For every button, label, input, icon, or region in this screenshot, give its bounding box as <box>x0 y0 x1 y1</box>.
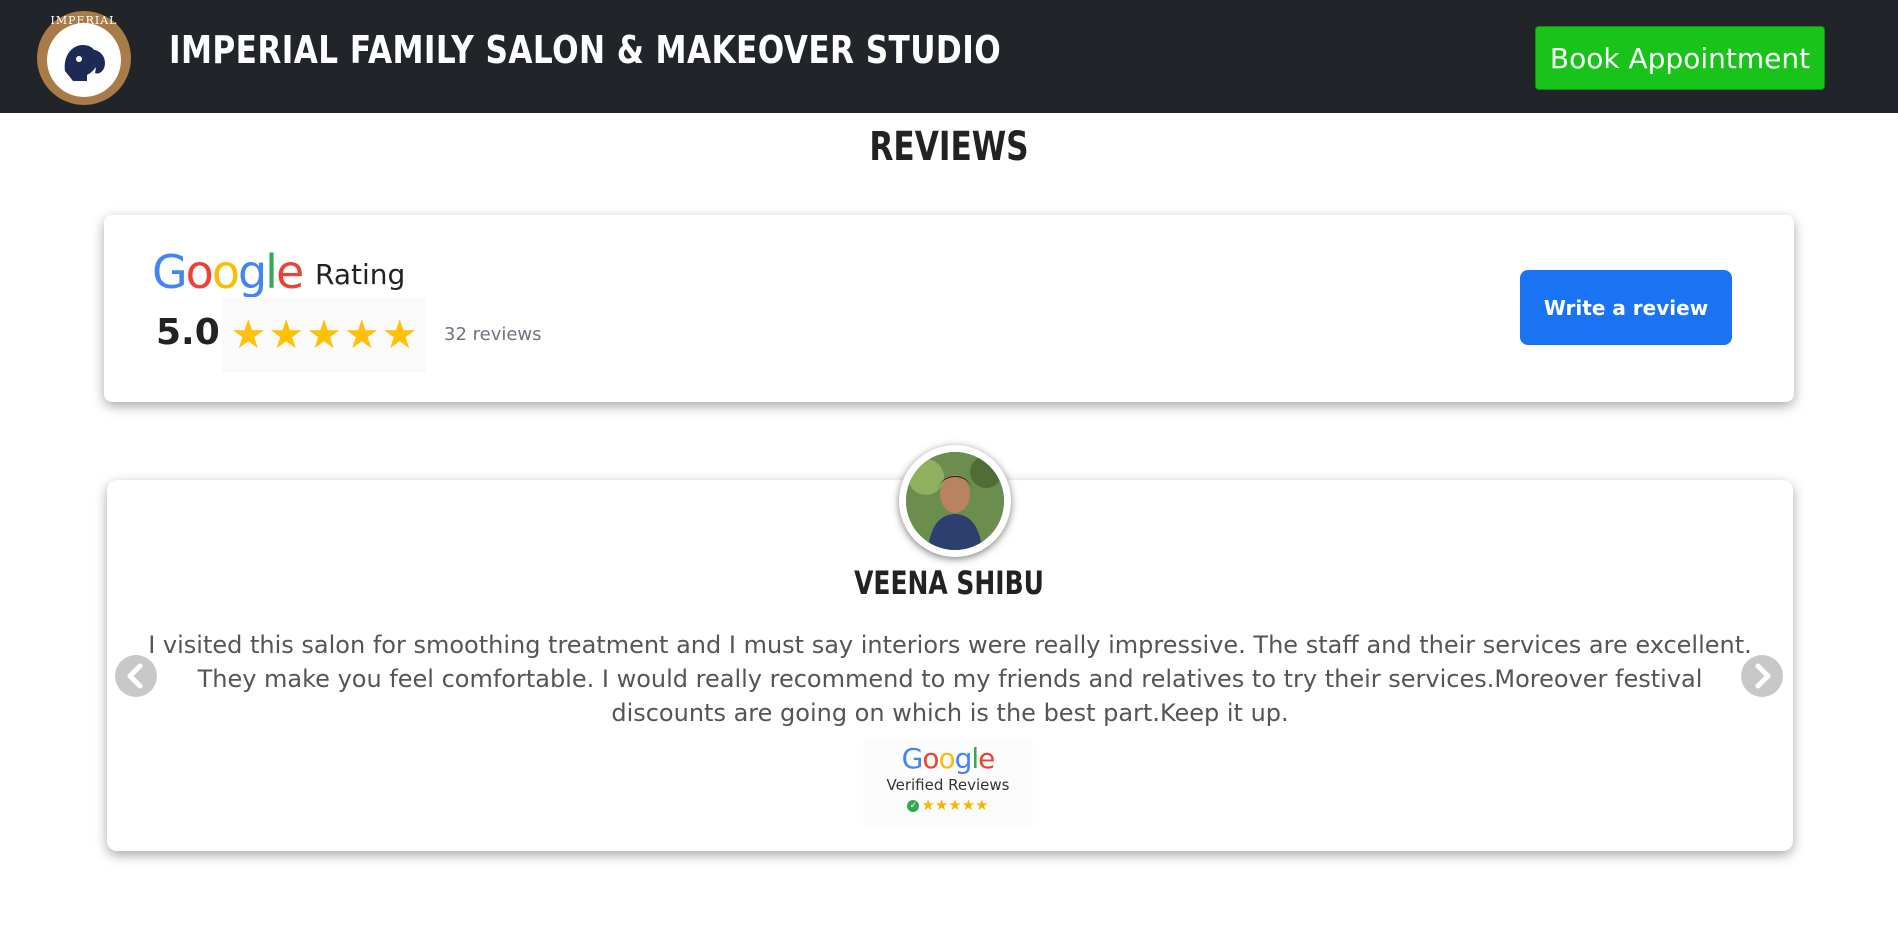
carousel-next-button[interactable] <box>1741 655 1783 697</box>
book-appointment-button[interactable]: Book Appointment <box>1535 26 1825 90</box>
google-letter-o2: o <box>211 245 240 299</box>
star-icon: ★ <box>268 311 305 358</box>
top-navbar: IMPERIAL IMPERIAL FAMILY SALON & MAKEOVE… <box>0 0 1898 113</box>
star-icon: ★ <box>306 311 342 358</box>
write-review-button[interactable]: Write a review <box>1520 270 1732 345</box>
google-letter-l: l <box>265 245 278 299</box>
google-verified-badge: Google Verified Reviews ✓ ★★★★★ <box>863 738 1033 828</box>
rating-label: Rating <box>315 258 406 291</box>
google-letter-o1: o <box>185 245 214 299</box>
chevron-left-icon <box>127 663 143 689</box>
star-icon: ★ <box>230 311 267 358</box>
star-icon: ★ <box>343 311 380 358</box>
review-count: 32 reviews <box>444 324 542 345</box>
barber-silhouette-icon <box>64 45 105 81</box>
rating-score: 5.0 <box>156 312 220 353</box>
badge-label: Verified Reviews <box>886 776 1010 794</box>
google-letter-e: e <box>275 245 304 299</box>
check-icon: ✓ <box>907 799 920 812</box>
google-logo: Google <box>152 245 304 299</box>
star-icon: ★ <box>381 311 418 358</box>
site-title: IMPERIAL FAMILY SALON & MAKEOVER STUDIO <box>169 28 1002 72</box>
google-letter-g: G <box>152 245 188 299</box>
reviewer-name: VEENA SHIBU <box>854 564 1044 602</box>
google-rating-card: Google Rating 5.0 ★ ★ ★ ★ ★ 32 reviews W… <box>104 215 1794 402</box>
rating-stars: ★ ★ ★ ★ ★ <box>222 297 426 372</box>
chevron-right-icon <box>1755 663 1771 689</box>
badge-google-logo: Google <box>901 742 996 775</box>
review-text: I visited this salon for smoothing treat… <box>148 631 1752 727</box>
reviewer-photo <box>906 452 1004 550</box>
reviewer-avatar <box>899 445 1011 557</box>
carousel-prev-button[interactable] <box>115 655 157 697</box>
section-title: REVIEWS <box>869 124 1029 170</box>
badge-stars: ✓ ★★★★★ <box>863 796 1033 814</box>
google-letter-g2: g <box>237 245 267 299</box>
logo-emblem <box>47 23 121 97</box>
salon-logo[interactable]: IMPERIAL <box>37 11 131 105</box>
